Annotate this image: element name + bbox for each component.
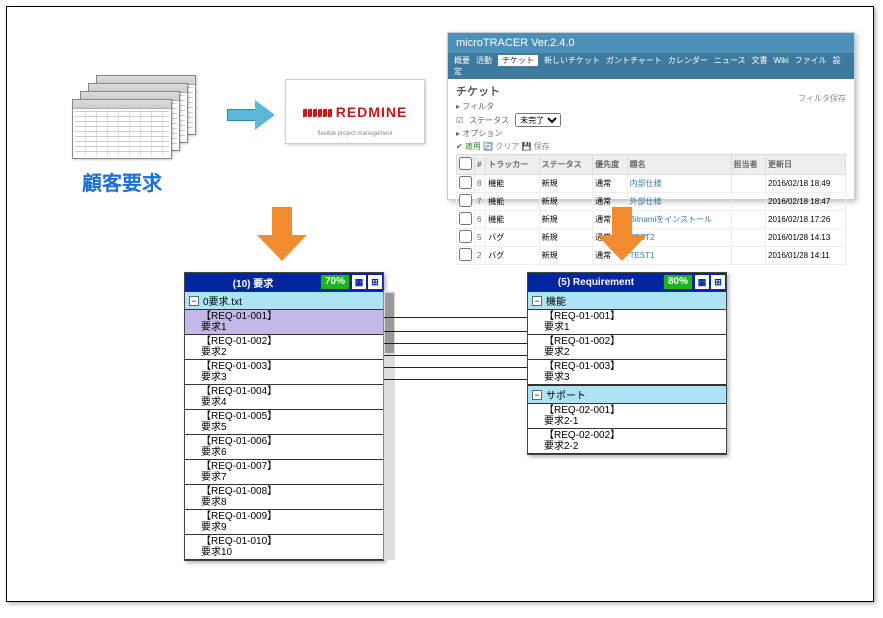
row-checkbox[interactable]	[459, 230, 472, 243]
table-row[interactable]: 7機能新規通常外部仕様2016/02/18 18:47	[457, 193, 846, 211]
panel-header: (10) 要求 70% ▦ ⊞	[185, 273, 383, 291]
column-header[interactable]: 題名	[627, 155, 731, 175]
requirements-panel-right: (5) Requirement 80% ▦ ⊞ −機能【REQ-01-001】要…	[527, 272, 727, 455]
arrow-down-icon	[257, 207, 307, 262]
trace-lines	[384, 307, 527, 407]
requirement-item[interactable]: 【REQ-01-002】要求2	[528, 335, 726, 360]
menu-item[interactable]: チケット	[498, 55, 538, 66]
arrow-down-icon	[597, 207, 647, 262]
tree-icon[interactable]: ⊞	[711, 275, 725, 289]
menu-item[interactable]: ファイル	[795, 56, 827, 65]
spreadsheet-stack	[72, 75, 202, 160]
section-header[interactable]: −機能	[528, 291, 726, 310]
redmine-icon	[303, 107, 332, 117]
filter-toggle[interactable]: ▸ フィルタ	[456, 101, 494, 112]
section-header[interactable]: − 0要求.txt	[185, 291, 383, 310]
column-header[interactable]: 更新日	[766, 155, 846, 175]
row-checkbox[interactable]	[459, 212, 472, 225]
menu-item[interactable]: カレンダー	[668, 56, 708, 65]
save-button[interactable]: 💾 保存	[522, 142, 550, 151]
requirement-item[interactable]: 【REQ-01-003】要求3	[185, 360, 383, 385]
clear-button[interactable]: 🔄 クリア	[483, 142, 519, 151]
customer-requirements-label: 顧客要求	[82, 167, 162, 196]
grid-icon[interactable]: ▦	[352, 275, 366, 289]
requirement-item[interactable]: 【REQ-01-002】要求2	[185, 335, 383, 360]
tree-icon[interactable]: ⊞	[368, 275, 382, 289]
requirement-item[interactable]: 【REQ-01-004】要求4	[185, 385, 383, 410]
tickets-table: #トラッカーステータス優先度題名担当者更新日 8機能新規通常内部仕様2016/0…	[456, 154, 846, 265]
table-row[interactable]: 5バグ新規通常TEST22016/01/28 14:13	[457, 229, 846, 247]
spreadsheet-icon	[72, 99, 172, 159]
requirement-item[interactable]: 【REQ-01-001】要求1	[185, 310, 383, 335]
row-checkbox[interactable]	[459, 176, 472, 189]
redmine-text: REDMINE	[336, 104, 408, 120]
window-title: microTRACER Ver.2.4.0	[448, 33, 854, 53]
collapse-icon[interactable]: −	[532, 296, 542, 306]
options-toggle[interactable]: ▸ オプション	[456, 128, 502, 139]
requirement-item[interactable]: 【REQ-02-002】要求2-2	[528, 429, 726, 454]
arrow-right-icon	[227, 102, 277, 128]
requirement-item[interactable]: 【REQ-01-001】要求1	[528, 310, 726, 335]
menu-item[interactable]: ガントチャート	[606, 56, 662, 65]
requirement-item[interactable]: 【REQ-01-008】要求8	[185, 485, 383, 510]
requirement-item[interactable]: 【REQ-01-006】要求6	[185, 435, 383, 460]
requirement-item[interactable]: 【REQ-01-005】要求5	[185, 410, 383, 435]
column-header[interactable]: 優先度	[593, 155, 627, 175]
row-checkbox[interactable]	[459, 248, 472, 261]
tickets-heading: チケット	[456, 83, 846, 99]
redmine-window: microTRACER Ver.2.4.0 概要活動チケット新しいチケットガント…	[447, 32, 855, 200]
column-header[interactable]: 担当者	[731, 155, 765, 175]
table-row[interactable]: 2バグ新規通常TEST12016/01/28 14:11	[457, 247, 846, 265]
menu-item[interactable]: ニュース	[714, 56, 746, 65]
menu-item[interactable]: 新しいチケット	[544, 56, 600, 65]
section-header[interactable]: −サポート	[528, 385, 726, 404]
column-header[interactable]: #	[475, 155, 486, 175]
requirements-panel-left: (10) 要求 70% ▦ ⊞ − 0要求.txt 【REQ-01-001】要求…	[184, 272, 384, 561]
collapse-icon[interactable]: −	[189, 296, 199, 306]
filter-save-label: フィルタ保存	[798, 93, 846, 104]
collapse-icon[interactable]: −	[532, 390, 542, 400]
progress-badge: 80%	[664, 275, 692, 289]
progress-badge: 70%	[321, 275, 349, 289]
grid-icon[interactable]: ▦	[695, 275, 709, 289]
menu-item[interactable]: 活動	[476, 56, 492, 65]
apply-button[interactable]: ✔ 適用	[456, 142, 481, 151]
requirement-item[interactable]: 【REQ-01-007】要求7	[185, 460, 383, 485]
select-all-checkbox[interactable]	[459, 157, 472, 170]
table-row[interactable]: 6機能新規通常Bitnamiをインストール2016/02/18 17:26	[457, 211, 846, 229]
menu-item[interactable]: 文書	[752, 56, 768, 65]
menu-item[interactable]: Wiki	[774, 56, 789, 65]
requirement-item[interactable]: 【REQ-02-001】要求2-1	[528, 404, 726, 429]
row-checkbox[interactable]	[459, 194, 472, 207]
table-header-row: #トラッカーステータス優先度題名担当者更新日	[457, 155, 846, 175]
menu-item[interactable]: 概要	[454, 56, 470, 65]
table-row[interactable]: 8機能新規通常内部仕様2016/02/18 18:49	[457, 175, 846, 193]
requirement-item[interactable]: 【REQ-01-010】要求10	[185, 535, 383, 560]
status-checkbox[interactable]: ☑	[456, 116, 463, 125]
panel-header: (5) Requirement 80% ▦ ⊞	[528, 273, 726, 291]
redmine-logo: REDMINE flexible project management	[285, 79, 425, 144]
redmine-menubar[interactable]: 概要活動チケット新しいチケットガントチャートカレンダーニュース文書 Wiki ファイ…	[448, 53, 854, 79]
requirement-item[interactable]: 【REQ-01-003】要求3	[528, 360, 726, 385]
column-header[interactable]: ステータス	[539, 155, 592, 175]
requirement-item[interactable]: 【REQ-01-009】要求9	[185, 510, 383, 535]
status-label: ステータス	[469, 115, 509, 126]
column-header[interactable]: トラッカー	[486, 155, 539, 175]
redmine-subtitle: flexible project management	[317, 131, 392, 137]
status-select[interactable]: 未完了	[515, 113, 561, 127]
panel-title: (5) Requirement	[528, 277, 664, 288]
panel-title: (10) 要求	[185, 275, 321, 290]
